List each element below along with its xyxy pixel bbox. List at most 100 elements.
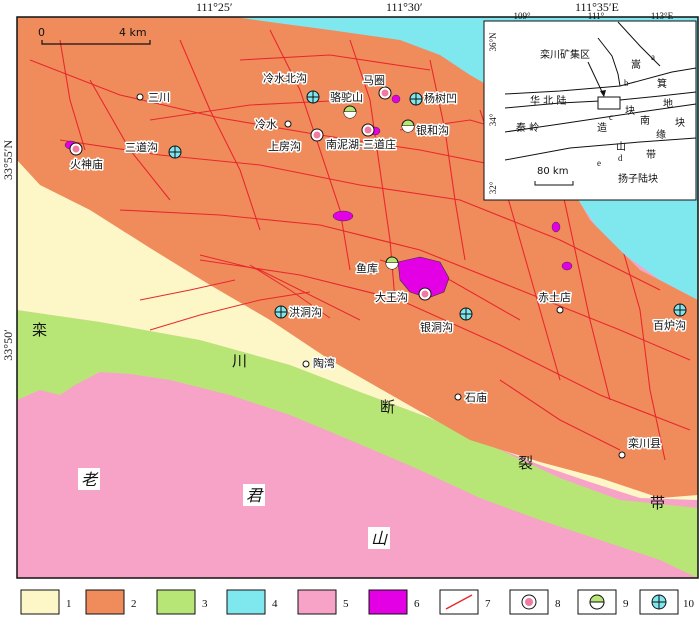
label-sandaogou: 三道沟 [125, 140, 158, 154]
fault-char-2: 川 [232, 352, 247, 370]
label-yinhegou: 银和沟 [416, 123, 449, 137]
legend-swatch-5 [297, 589, 337, 615]
inset-nanyuan: 南 [640, 114, 650, 127]
town-lengshui [284, 120, 292, 128]
inset-scale-label: 80 km [537, 166, 568, 177]
label-bailugou: 百炉沟 [653, 319, 686, 332]
legend-label-9: 9 [623, 598, 629, 610]
deposit-luotuoshan [343, 105, 357, 119]
intrusion-small-3 [551, 221, 561, 233]
label-yangshuwa: 杨树凹 [424, 91, 457, 105]
intrusion-small-5 [391, 94, 401, 104]
label-yuku: 鱼库 [356, 261, 378, 275]
deposit-yinhegou [401, 119, 415, 133]
legend-swatch-1 [20, 589, 60, 615]
legend-swatch-4 [226, 589, 266, 615]
deposit-majuan [378, 86, 392, 100]
deposit-bailugou [673, 303, 687, 317]
legend-label-7: 7 [485, 598, 491, 610]
label-majuan: 马圈 [363, 74, 385, 87]
geological-map: 111°25′ 111°30′ 111°35′E 33°55′N 33°50′ [1, 0, 699, 615]
intrusion-small-1 [332, 210, 354, 222]
label-chitudian: 赤土店 [538, 290, 571, 304]
fault-char-4: 裂 [518, 454, 533, 472]
deposit-dawanggou [418, 287, 432, 301]
town-shimiao [454, 393, 462, 401]
inset-ji: 箕 [657, 77, 667, 90]
inset-kuai2: 块 [625, 105, 635, 117]
town-sanchuan [136, 93, 144, 101]
inset-letter-b: b [624, 78, 629, 88]
label-yindonggou: 银洞沟 [420, 320, 453, 334]
label-dawanggou: 大王沟 [375, 290, 408, 304]
fault-char-3: 断 [380, 398, 395, 416]
inset-qinling: 秦 岭 [516, 121, 539, 134]
legend-label-8: 8 [555, 598, 561, 610]
deposit-yindonggou [459, 307, 473, 321]
legend-label-10: 10 [683, 598, 695, 610]
deposit-shangfanggou [310, 128, 324, 142]
label-nannihu-sandaozhuang: 南泥湖-三道庄 [326, 137, 396, 151]
legend-label-5: 5 [343, 598, 349, 610]
town-taowan [302, 360, 310, 368]
legend-label-2: 2 [131, 598, 137, 610]
intrusion-small-4 [561, 261, 573, 271]
legend-label-1: 1 [66, 598, 72, 610]
inset-lon-3: 113°E [651, 11, 674, 21]
inset-huabei: 华 北 陆 [530, 94, 566, 107]
deposit-hongdonggou [274, 305, 288, 319]
fault-char-1: 栾 [32, 321, 47, 339]
deposit-sandaogou [168, 145, 182, 159]
inset-map: 109° 111° 113°E 36°N 34° 32° 栾川矿集区 嵩 箕 地… [483, 11, 697, 201]
label-shimiao: 石庙 [465, 390, 487, 404]
legend-label-3: 3 [202, 598, 208, 610]
label-shangfanggou: 上房沟 [268, 140, 301, 153]
inset-lon-1: 109° [513, 11, 531, 21]
scale-end: 4 km [119, 26, 147, 39]
legend-swatch-3 [156, 589, 196, 615]
label-luotuoshan: 骆驼山 [330, 90, 363, 104]
inset-lat-3: 32° [488, 181, 498, 194]
lon-label-1: 111°25′ [196, 0, 233, 14]
legend: 1 2 3 4 5 6 7 8 9 10 [20, 589, 695, 615]
inset-study-area [597, 96, 621, 110]
label-luanchuanxian: 栾川县 [628, 436, 661, 450]
deposit-yuku [385, 256, 399, 270]
terrane-char-3: 山 [371, 529, 388, 548]
inset-lat-2: 34° [488, 113, 498, 126]
lat-label-1: 33°55′N [1, 140, 15, 180]
lon-label-2: 111°30′ [386, 0, 423, 14]
terrane-char-2: 君 [246, 486, 264, 505]
town-luanchuan [618, 451, 626, 459]
lat-label-2: 33°50′ [1, 329, 15, 361]
fault-char-5: 带 [650, 494, 665, 512]
inset-zao: 造 [597, 121, 607, 134]
scale-start: 0 [38, 26, 45, 39]
legend-swatch-2 [85, 589, 125, 615]
inset-yuan: 缘 [656, 128, 666, 141]
label-lengshui: 冷水 [255, 118, 277, 131]
legend-swatch-6 [368, 589, 408, 615]
legend-label-4: 4 [272, 598, 278, 610]
inset-shan: 山 [616, 141, 626, 153]
inset-song: 嵩 [631, 59, 641, 71]
inset-lon-2: 111° [588, 11, 605, 21]
deposit-huoshenmiao [69, 142, 83, 156]
deposit-nannihu [361, 123, 375, 137]
inset-frame [483, 20, 697, 201]
inset-dai: 带 [646, 149, 656, 161]
label-hongdonggou: 洪洞沟 [289, 305, 322, 319]
town-chitudian [556, 306, 564, 314]
scale-bar: 0 4 km [38, 26, 151, 45]
inset-letter-c: c [609, 112, 613, 122]
inset-lat-1: 36°N [488, 32, 498, 52]
inset-yangzi: 扬子陆块 [618, 172, 658, 185]
inset-letter-a: a [651, 52, 655, 62]
label-sanchuan: 三川 [148, 91, 170, 104]
inset-kuai: 块 [675, 117, 685, 129]
label-taowan: 陶湾 [313, 356, 335, 370]
inset-letter-e: e [597, 158, 601, 168]
legend-label-6: 6 [414, 598, 420, 610]
inset-di: 地 [663, 97, 673, 110]
terrane-char-1: 老 [81, 470, 99, 489]
